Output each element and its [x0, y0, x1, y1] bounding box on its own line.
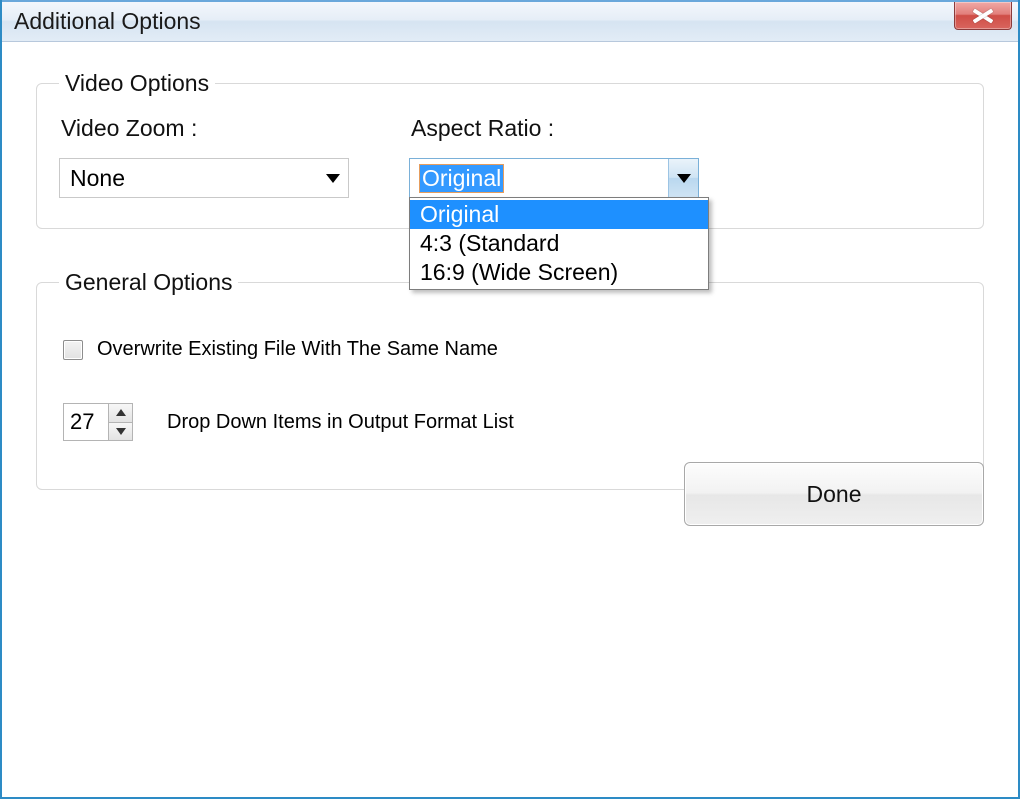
video-zoom-value: None [70, 165, 125, 192]
dialog-footer: Done [684, 462, 984, 526]
dropdown-count-spinner [63, 403, 133, 441]
aspect-ratio-dropdown: Original 4:3 (Standard 16:9 (Wide Screen… [409, 197, 709, 290]
overwrite-label: Overwrite Existing File With The Same Na… [97, 338, 498, 361]
done-button[interactable]: Done [684, 462, 984, 526]
spinner-up-button[interactable] [109, 404, 132, 423]
dropdown-count-row: Drop Down Items in Output Format List [63, 403, 961, 441]
video-options-group: Video Options Video Zoom : None Aspect R… [36, 70, 984, 229]
chevron-up-icon [116, 409, 126, 416]
overwrite-checkbox[interactable] [63, 340, 83, 360]
aspect-ratio-label: Aspect Ratio : [409, 115, 699, 142]
chevron-down-icon [326, 174, 340, 183]
close-icon [972, 9, 994, 23]
general-options-legend: General Options [59, 269, 238, 296]
aspect-ratio-combobox[interactable]: Original Original 4:3 (Standard 16:9 (Wi… [409, 158, 699, 198]
video-options-legend: Video Options [59, 70, 215, 97]
aspect-option-16-9[interactable]: 16:9 (Wide Screen) [410, 258, 708, 287]
window-title: Additional Options [14, 8, 201, 35]
aspect-ratio-drop-button[interactable] [668, 159, 698, 197]
video-zoom-combobox[interactable]: None [59, 158, 349, 198]
close-button[interactable] [954, 2, 1012, 30]
titlebar: Additional Options [2, 0, 1018, 42]
dialog-content: Video Options Video Zoom : None Aspect R… [2, 42, 1018, 550]
chevron-down-icon [677, 174, 691, 183]
aspect-option-original[interactable]: Original [410, 200, 708, 229]
spinner-down-button[interactable] [109, 423, 132, 441]
dialog-window: Additional Options Video Options Video Z… [0, 0, 1020, 799]
dropdown-count-input[interactable] [64, 404, 108, 440]
dropdown-count-label: Drop Down Items in Output Format List [167, 411, 514, 434]
general-options-group: General Options Overwrite Existing File … [36, 269, 984, 490]
overwrite-row: Overwrite Existing File With The Same Na… [63, 338, 961, 361]
chevron-down-icon [116, 428, 126, 435]
aspect-ratio-value: Original [420, 165, 503, 192]
video-zoom-label: Video Zoom : [59, 115, 349, 142]
aspect-option-4-3[interactable]: 4:3 (Standard [410, 229, 708, 258]
